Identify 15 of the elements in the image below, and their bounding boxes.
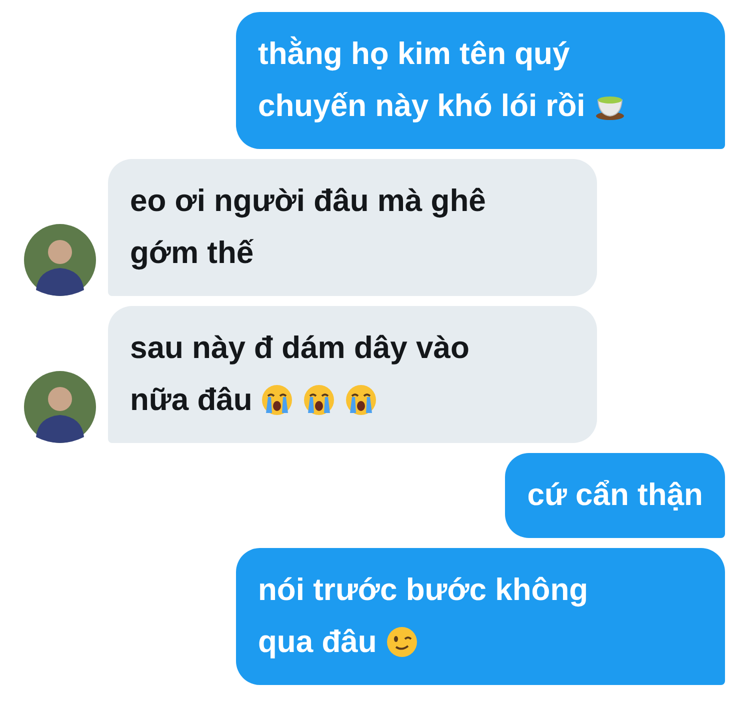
message-text: qua đâu bbox=[258, 623, 377, 661]
crying-face-icon bbox=[302, 383, 336, 417]
avatar bbox=[24, 371, 96, 443]
message-text: nữa đâu bbox=[130, 381, 252, 419]
message-text: cứ cẩn thận bbox=[527, 476, 703, 514]
message-text: sau này đ dám dây vào bbox=[130, 329, 470, 367]
crying-face-icon bbox=[260, 383, 294, 417]
message-text: thằng họ kim tên quý bbox=[258, 35, 570, 73]
message-text: eo ơi người đâu mà ghê bbox=[130, 182, 486, 220]
message-text: nói trước bước không bbox=[258, 571, 588, 609]
message-text: gớm thế bbox=[130, 234, 254, 272]
message-text: chuyến này khó lói rồi bbox=[258, 87, 586, 125]
avatar bbox=[24, 224, 96, 296]
crying-face-icon bbox=[344, 383, 378, 417]
winking-face-icon bbox=[384, 625, 419, 659]
